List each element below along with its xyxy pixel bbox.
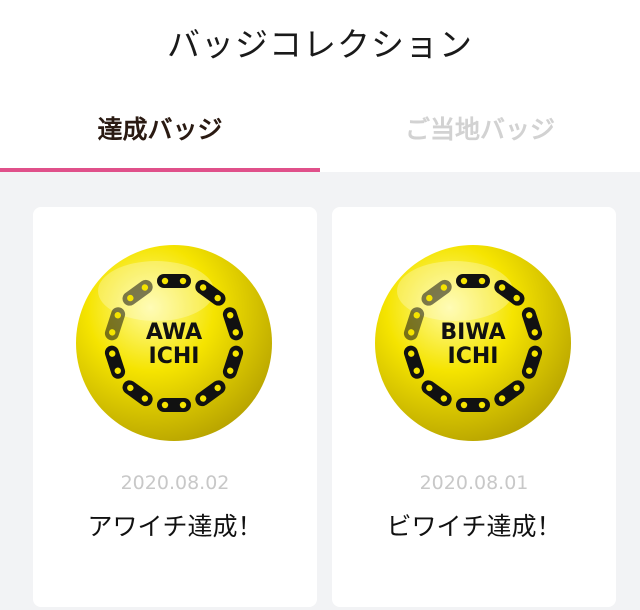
badge-card[interactable]: AWA ICHI 2020.08.02 アワイチ達成！ (33, 207, 317, 607)
badge-text-line2: ICHI (448, 344, 499, 369)
badge-text-line2: ICHI (149, 344, 200, 369)
page-title: バッジコレクション (167, 25, 473, 64)
chain-link (456, 274, 490, 288)
tab-local-badges[interactable]: ご当地バッジ (320, 100, 640, 172)
badge-name: アワイチ達成！ (87, 512, 263, 541)
badge-text-line1: BIWA (440, 320, 505, 345)
bike-chain-badge-icon: BIWA ICHI (373, 243, 573, 443)
tab-achieved-badges[interactable]: 達成バッジ (0, 100, 320, 172)
app-header: バッジコレクション 達成バッジ ご当地バッジ (0, 0, 640, 172)
badge-date: 2020.08.01 (419, 472, 529, 494)
bike-chain-badge-icon: AWA ICHI (74, 243, 274, 443)
badge-date: 2020.08.02 (120, 472, 230, 494)
badge-name: ビワイチ達成！ (386, 512, 562, 541)
badge-text-line1: AWA (146, 320, 202, 345)
badge-card[interactable]: BIWA ICHI 2020.08.01 ビワイチ達成！ (332, 207, 616, 607)
chain-link (157, 274, 191, 288)
chain-link (456, 398, 490, 412)
active-tab-indicator (0, 168, 320, 172)
chain-link (157, 398, 191, 412)
